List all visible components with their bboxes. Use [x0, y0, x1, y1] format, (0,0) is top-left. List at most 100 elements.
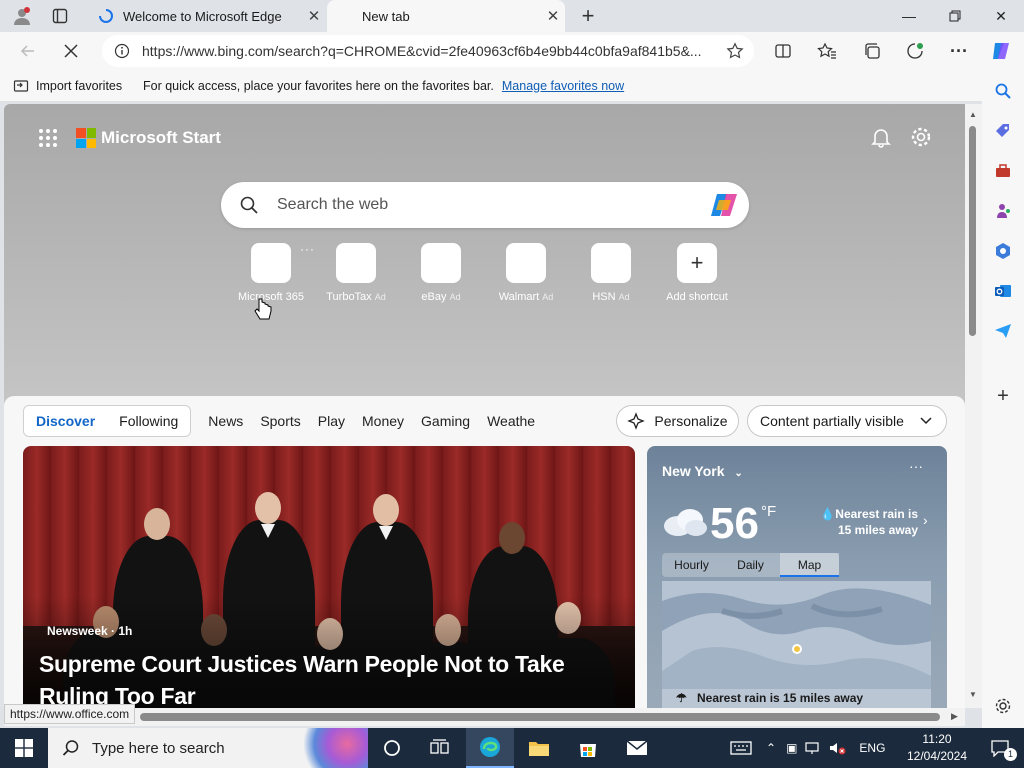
shortcut-hsn[interactable]: HSN Ad	[566, 243, 656, 303]
edge-taskbar-icon[interactable]	[466, 728, 514, 768]
brand-title[interactable]: Microsoft Start	[101, 128, 221, 148]
tab-news[interactable]: News	[208, 413, 243, 429]
web-search-box[interactable]: Search the web	[221, 182, 749, 228]
chevron-right-icon[interactable]: ›	[923, 512, 928, 528]
keyboard-icon[interactable]	[730, 740, 752, 756]
add-favorite-star-icon[interactable]	[716, 42, 754, 60]
tab-discover[interactable]: Discover	[24, 413, 107, 429]
close-tab-icon[interactable]: ✕	[302, 7, 326, 25]
tab-play[interactable]: Play	[318, 413, 345, 429]
volume-muted-icon[interactable]	[829, 741, 847, 755]
scrollbar-thumb[interactable]	[140, 713, 940, 721]
meet-now-icon[interactable]: ▣	[786, 741, 797, 755]
search-placeholder[interactable]: Search the web	[277, 196, 699, 214]
taskbar-search-box[interactable]: Type here to search	[48, 728, 368, 768]
notifications-bell-icon[interactable]	[870, 126, 892, 148]
collections-icon[interactable]	[857, 37, 887, 65]
shortcut-walmart[interactable]: Walmart Ad	[481, 243, 571, 303]
tab-daily[interactable]: Daily	[721, 553, 780, 577]
rain-forecast[interactable]: 💧Nearest rain is 15 miles away	[810, 506, 918, 538]
tab-new-tab[interactable]: New tab ✕	[327, 0, 565, 32]
shortcut-tile[interactable]	[336, 243, 376, 283]
copilot-icon[interactable]	[986, 37, 1016, 65]
close-tab-icon[interactable]: ✕	[541, 7, 565, 25]
back-icon[interactable]	[13, 37, 43, 65]
scroll-down-icon[interactable]: ▼	[969, 690, 977, 699]
tab-actions-icon[interactable]	[46, 4, 74, 28]
scroll-right-icon[interactable]: ▶	[951, 711, 958, 722]
games-icon[interactable]	[991, 199, 1015, 223]
outlook-icon[interactable]	[991, 279, 1015, 303]
microsoft-365-icon[interactable]	[991, 239, 1015, 263]
tab-gaming[interactable]: Gaming	[421, 413, 470, 429]
weather-more-icon[interactable]: ···	[909, 458, 923, 474]
chevron-up-icon[interactable]: ⌃	[766, 741, 776, 755]
site-info-icon[interactable]	[102, 43, 142, 59]
url-text[interactable]: https://www.bing.com/search?q=CHROME&cvi…	[142, 43, 716, 59]
weather-map[interactable]: ☂ Nearest rain is 15 miles away	[662, 581, 931, 708]
cortana-icon[interactable]	[368, 728, 416, 768]
windows-start-icon[interactable]	[0, 728, 48, 768]
file-explorer-icon[interactable]	[515, 728, 563, 768]
stop-loading-icon[interactable]	[56, 37, 86, 65]
shopping-tag-icon[interactable]	[991, 119, 1015, 143]
network-icon[interactable]	[805, 741, 821, 755]
split-screen-icon[interactable]	[768, 37, 798, 65]
ad-badge: Ad	[449, 292, 461, 302]
restore-icon[interactable]	[932, 0, 978, 32]
scrollbar-thumb[interactable]	[969, 126, 976, 336]
weather-location-dropdown[interactable]: New York ⌄	[662, 463, 743, 479]
profile-icon[interactable]	[8, 4, 36, 28]
new-tab-icon[interactable]: +	[574, 3, 602, 28]
shortcut-turbotax[interactable]: TurboTax Ad	[311, 243, 401, 303]
add-shortcut-plus-icon[interactable]: +	[677, 243, 717, 283]
minimize-icon[interactable]: —	[886, 0, 932, 32]
browser-essentials-icon[interactable]	[900, 37, 930, 65]
shortcut-ebay[interactable]: eBay Ad	[396, 243, 486, 303]
tools-icon[interactable]	[991, 159, 1015, 183]
microsoft-store-icon[interactable]	[564, 728, 612, 768]
close-window-icon[interactable]: ✕	[978, 0, 1024, 32]
mail-icon[interactable]	[613, 728, 661, 768]
news-card[interactable]: Newsweek · 1h Supreme Court Justices War…	[23, 446, 635, 708]
map-rain-note[interactable]: ☂ Nearest rain is 15 miles away	[662, 689, 931, 708]
manage-favorites-link[interactable]: Manage favorites now	[502, 79, 624, 93]
tab-hourly[interactable]: Hourly	[662, 553, 721, 577]
shortcut-tile[interactable]	[506, 243, 546, 283]
horizontal-scrollbar[interactable]: ▶	[4, 708, 965, 726]
task-view-icon[interactable]	[416, 728, 464, 768]
tab-following[interactable]: Following	[107, 413, 190, 429]
tab-welcome[interactable]: Welcome to Microsoft Edge ✕	[88, 0, 326, 32]
drop-send-icon[interactable]	[991, 319, 1015, 343]
content-visibility-dropdown[interactable]: Content partially visible	[747, 405, 947, 437]
umbrella-icon: ☂	[676, 691, 687, 705]
address-bar[interactable]: https://www.bing.com/search?q=CHROME&cvi…	[102, 35, 754, 67]
tab-map[interactable]: Map	[780, 553, 839, 577]
tab-weather[interactable]: Weathe	[487, 413, 535, 429]
weather-card[interactable]: New York ⌄ ··· 56 °F 💧Nearest rain is 15…	[647, 446, 947, 708]
personalize-button[interactable]: Personalize	[616, 405, 739, 437]
app-launcher-icon[interactable]	[38, 128, 58, 148]
shortcut-tile[interactable]	[421, 243, 461, 283]
search-icon[interactable]	[991, 79, 1015, 103]
add-sidebar-app-icon[interactable]: +	[991, 384, 1015, 408]
news-source[interactable]: Newsweek · 1h	[47, 624, 132, 638]
news-headline[interactable]: Supreme Court Justices Warn People Not t…	[39, 648, 619, 708]
clock[interactable]: 11:20 12/04/2024	[905, 731, 969, 765]
sidebar-settings-gear-icon[interactable]	[991, 694, 1015, 718]
copilot-search-icon[interactable]	[699, 192, 749, 218]
tab-money[interactable]: Money	[362, 413, 404, 429]
settings-more-icon[interactable]: ···	[944, 37, 974, 65]
scroll-up-icon[interactable]: ▲	[969, 110, 977, 119]
favorites-icon[interactable]	[812, 37, 842, 65]
shortcut-add[interactable]: + Add shortcut	[652, 243, 742, 303]
language-indicator[interactable]: ENG	[859, 741, 885, 755]
vertical-scrollbar[interactable]: ▲ ▼	[965, 104, 982, 708]
notifications-icon[interactable]: 1	[976, 728, 1024, 768]
tab-sports[interactable]: Sports	[260, 413, 300, 429]
weather-unit[interactable]: °F	[761, 503, 776, 520]
page-settings-gear-icon[interactable]	[910, 126, 932, 148]
shortcut-tile[interactable]	[591, 243, 631, 283]
import-favorites-button[interactable]: Import favorites	[0, 78, 130, 94]
shortcut-tile[interactable]	[251, 243, 291, 283]
